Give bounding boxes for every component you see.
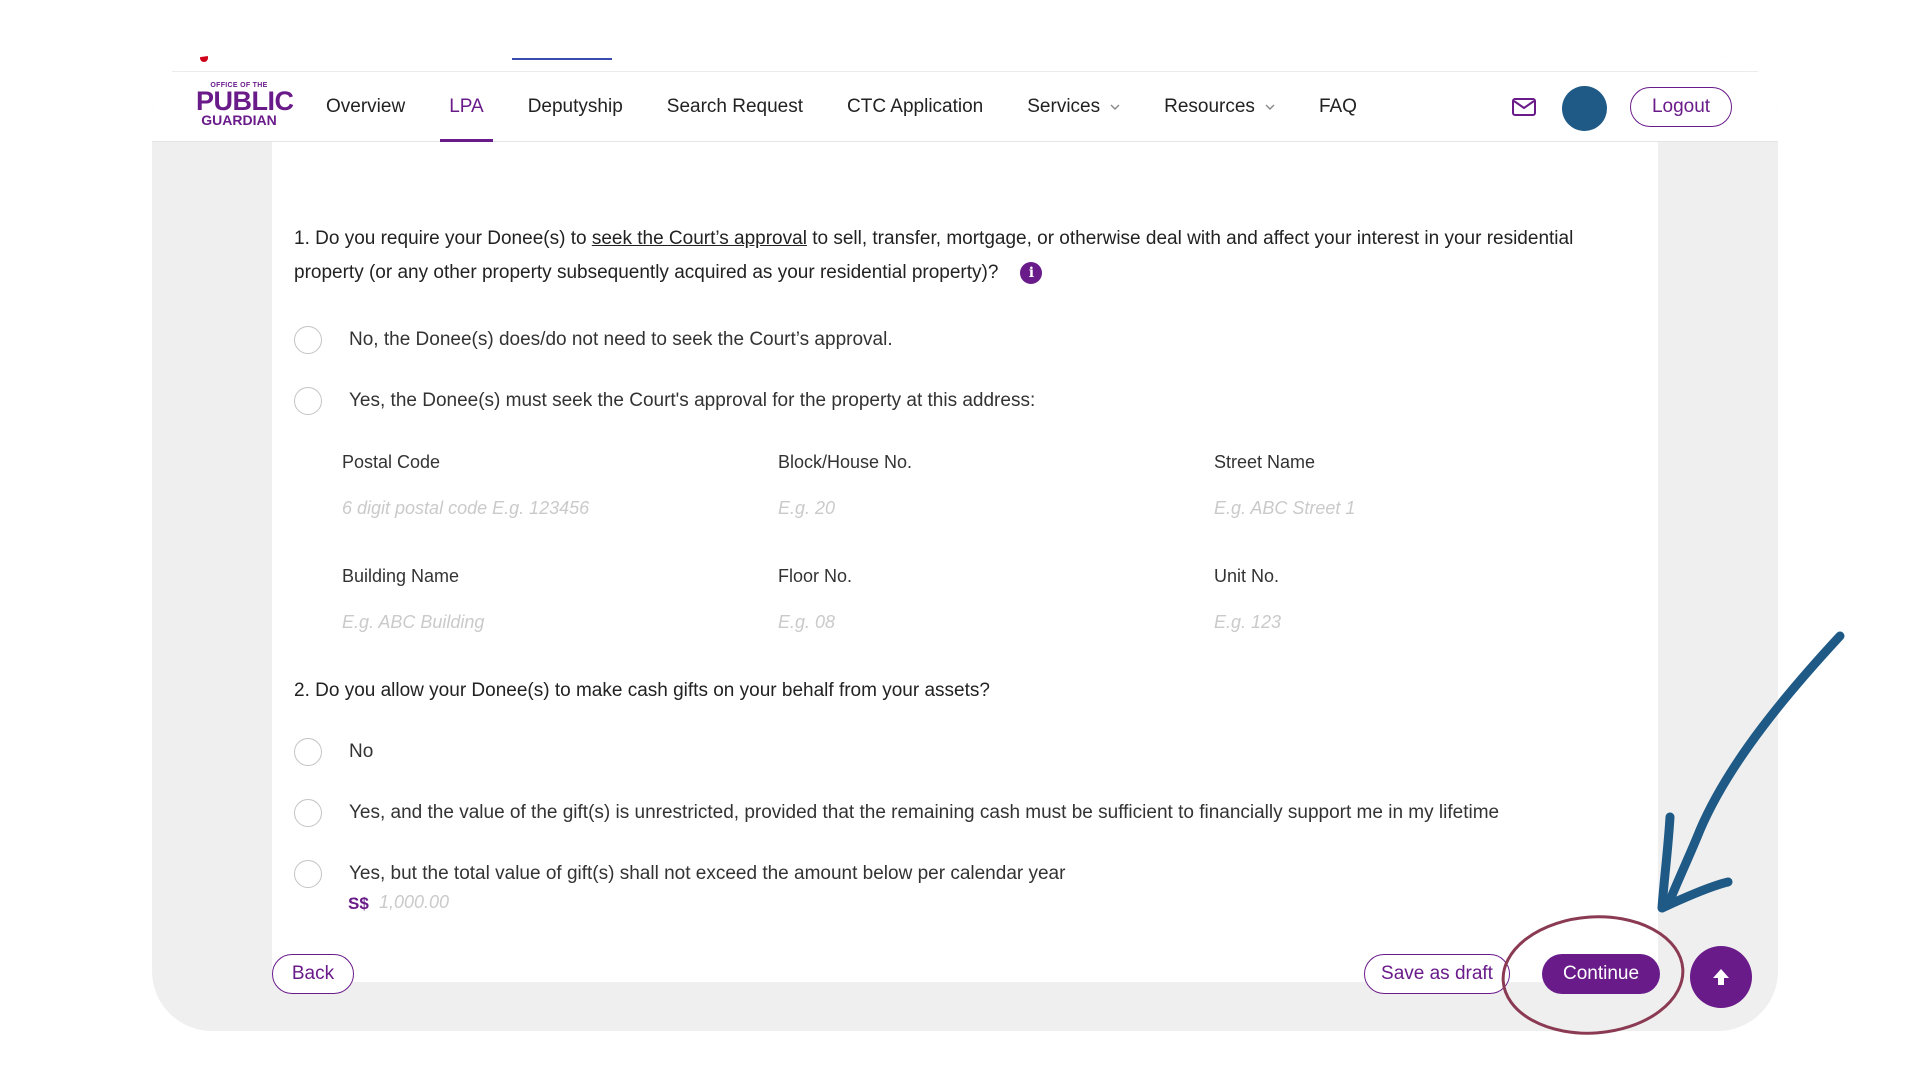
navbar: OFFICE OF THE PUBLIC GUARDIAN Overview L… xyxy=(152,72,1778,142)
nav-item-lpa[interactable]: LPA xyxy=(440,72,493,142)
gift-amount-input[interactable] xyxy=(379,892,579,913)
street-name-input[interactable] xyxy=(1214,498,1514,519)
question-1: 1. Do you require your Donee(s) to seek … xyxy=(294,222,1634,290)
seek-court-approval-link[interactable]: seek the Court’s approval xyxy=(592,228,807,249)
nav-item-faq[interactable]: FAQ xyxy=(1319,72,1366,142)
q2-option-no[interactable]: No xyxy=(294,738,373,766)
nav-item-label: CTC Application xyxy=(847,96,984,117)
form-card: 1. Do you require your Donee(s) to seek … xyxy=(272,142,1658,982)
avatar[interactable] xyxy=(1562,86,1607,131)
chevron-down-icon xyxy=(1265,104,1275,110)
unit-no-input[interactable] xyxy=(1214,612,1514,633)
nav-item-deputyship[interactable]: Deputyship xyxy=(528,72,632,142)
nav-item-services[interactable]: Services xyxy=(1027,72,1129,142)
nav-item-label: Services xyxy=(1027,96,1101,117)
nav-item-search-request[interactable]: Search Request xyxy=(667,72,812,142)
main-nav: Overview LPA Deputyship Search Request C… xyxy=(326,72,1401,142)
question-1-prefix: 1. Do you require your Donee(s) to xyxy=(294,228,592,249)
browser-frame: OFFICE OF THE PUBLIC GUARDIAN Overview L… xyxy=(152,56,1778,1031)
logo-line2: PUBLIC xyxy=(196,86,294,116)
chevron-down-icon xyxy=(1110,104,1120,110)
scroll-to-top-button[interactable] xyxy=(1690,946,1752,1008)
radio-button[interactable] xyxy=(294,799,322,827)
unit-no-label: Unit No. xyxy=(1214,566,1280,586)
nav-item-label: Search Request xyxy=(666,96,804,117)
radio-label: No, the Donee(s) does/do not need to see… xyxy=(349,329,893,350)
q2-option-unrestricted[interactable]: Yes, and the value of the gift(s) is unr… xyxy=(294,799,1499,827)
block-house-label: Block/House No. xyxy=(778,452,913,472)
radio-button[interactable] xyxy=(294,860,322,888)
block-house-input[interactable] xyxy=(778,498,1078,519)
nav-item-label: Deputyship xyxy=(527,96,623,117)
q1-option-yes[interactable]: Yes, the Donee(s) must seek the Court's … xyxy=(294,387,1035,415)
radio-button[interactable] xyxy=(294,738,322,766)
nav-item-ctc-application[interactable]: CTC Application xyxy=(847,72,992,142)
q1-option-no[interactable]: No, the Donee(s) does/do not need to see… xyxy=(294,326,893,354)
logout-button[interactable]: Logout xyxy=(1630,87,1732,127)
back-button[interactable]: Back xyxy=(272,954,354,994)
nav-item-overview[interactable]: Overview xyxy=(326,72,414,142)
arrow-up-icon xyxy=(1713,969,1729,985)
logo-line3: GUARDIAN xyxy=(201,112,277,128)
top-strip-link xyxy=(512,58,612,60)
postal-code-label: Postal Code xyxy=(342,452,441,472)
continue-button[interactable]: Continue xyxy=(1542,954,1660,994)
radio-label: Yes, but the total value of gift(s) shal… xyxy=(349,863,1066,884)
envelope-icon[interactable] xyxy=(1511,94,1537,120)
nav-item-label: LPA xyxy=(449,96,484,117)
radio-label: Yes, the Donee(s) must seek the Court's … xyxy=(349,390,1036,411)
floor-no-input[interactable] xyxy=(778,612,1078,633)
top-strip xyxy=(152,56,1778,72)
postal-code-input[interactable] xyxy=(342,498,642,519)
question-2: 2. Do you allow your Donee(s) to make ca… xyxy=(294,680,990,701)
nav-item-label: Resources xyxy=(1164,96,1255,117)
building-name-input[interactable] xyxy=(342,612,642,633)
radio-button[interactable] xyxy=(294,387,322,415)
currency-label: S$ xyxy=(348,894,369,913)
top-strip-mark xyxy=(200,56,208,62)
info-icon[interactable]: i xyxy=(1020,261,1043,284)
public-guardian-logo[interactable]: OFFICE OF THE PUBLIC GUARDIAN xyxy=(196,82,294,134)
street-name-label: Street Name xyxy=(1214,452,1316,472)
radio-label: No xyxy=(349,741,374,762)
radio-button[interactable] xyxy=(294,326,322,354)
radio-label: Yes, and the value of the gift(s) is unr… xyxy=(349,802,1500,823)
building-name-label: Building Name xyxy=(342,566,460,586)
save-as-draft-button[interactable]: Save as draft xyxy=(1364,954,1510,994)
nav-item-label: FAQ xyxy=(1318,96,1357,117)
q2-option-limited[interactable]: Yes, but the total value of gift(s) shal… xyxy=(294,860,1065,888)
nav-item-label: Overview xyxy=(326,96,406,117)
nav-item-resources[interactable]: Resources xyxy=(1164,72,1284,142)
floor-no-label: Floor No. xyxy=(778,566,853,586)
